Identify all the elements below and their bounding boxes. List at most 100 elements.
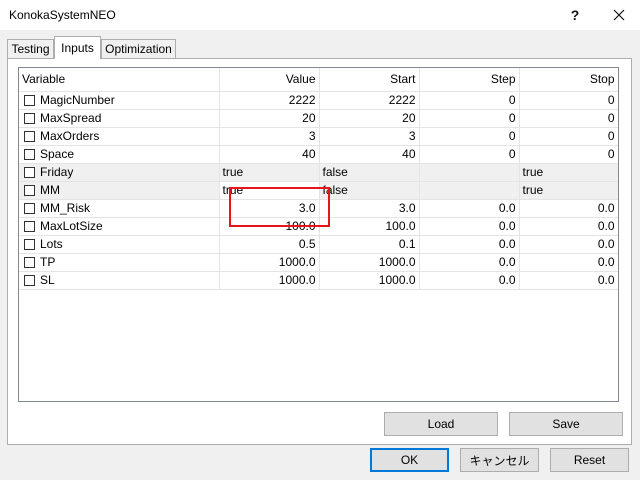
value-cell[interactable]: 40 (219, 145, 320, 164)
stop-cell[interactable]: 0 (519, 127, 618, 146)
optimize-checkbox[interactable] (24, 167, 35, 178)
column-header-start[interactable]: Start (319, 68, 420, 92)
start-cell[interactable]: 100.0 (319, 217, 420, 236)
variable-cell[interactable]: Lots (19, 235, 220, 254)
optimize-checkbox[interactable] (24, 275, 35, 286)
start-cell[interactable]: 20 (319, 109, 420, 128)
optimize-checkbox[interactable] (24, 221, 35, 232)
value-cell[interactable]: true (219, 181, 320, 200)
stop-cell[interactable]: 0.0 (519, 199, 618, 218)
step-cell[interactable]: 0 (419, 145, 520, 164)
variable-cell[interactable]: TP (19, 253, 220, 272)
start-cell[interactable]: 0.1 (319, 235, 420, 254)
stop-cell[interactable]: 0.0 (519, 253, 618, 272)
variable-cell[interactable]: Space (19, 145, 220, 164)
table-row[interactable]: MM_Risk 3.0 3.0 0.0 0.0 (19, 199, 618, 218)
column-header-stop[interactable]: Stop (519, 68, 618, 92)
stop-cell[interactable]: 0.0 (519, 217, 618, 236)
variable-cell[interactable]: MM_Risk (19, 199, 220, 218)
variable-name: Friday (40, 165, 74, 179)
step-cell[interactable]: 0.0 (419, 217, 520, 236)
start-cell[interactable]: false (319, 181, 420, 200)
table-row[interactable]: MagicNumber 2222 2222 0 0 (19, 91, 618, 110)
optimize-checkbox[interactable] (24, 239, 35, 250)
window-title: KonokaSystemNEO (9, 8, 116, 22)
start-cell[interactable]: 2222 (319, 91, 420, 110)
stop-cell[interactable]: 0 (519, 145, 618, 164)
stop-cell[interactable]: true (519, 163, 618, 182)
step-cell[interactable] (419, 181, 520, 200)
optimize-checkbox[interactable] (24, 185, 35, 196)
start-cell[interactable]: 1000.0 (319, 253, 420, 272)
variable-cell[interactable]: Friday (19, 163, 220, 182)
table-row[interactable]: MM true false true (19, 181, 618, 200)
save-button[interactable]: Save (509, 412, 623, 436)
value-cell[interactable]: 3.0 (219, 199, 320, 218)
stop-cell[interactable]: true (519, 181, 618, 200)
tab-optimization[interactable]: Optimization (101, 39, 176, 58)
optimize-checkbox[interactable] (24, 257, 35, 268)
value-cell[interactable]: 3 (219, 127, 320, 146)
step-cell[interactable] (419, 163, 520, 182)
cancel-button[interactable]: キャンセル (460, 448, 539, 472)
value-cell[interactable]: 0.5 (219, 235, 320, 254)
column-header-variable[interactable]: Variable (19, 68, 220, 92)
start-cell[interactable]: 40 (319, 145, 420, 164)
stop-cell[interactable]: 0 (519, 91, 618, 110)
step-cell[interactable]: 0.0 (419, 253, 520, 272)
value-cell[interactable]: 100.0 (219, 217, 320, 236)
table-row[interactable]: SL 1000.0 1000.0 0.0 0.0 (19, 271, 618, 290)
close-icon (613, 9, 625, 21)
table-row[interactable]: Lots 0.5 0.1 0.0 0.0 (19, 235, 618, 254)
stop-cell[interactable]: 0.0 (519, 271, 618, 290)
value-cell[interactable]: true (219, 163, 320, 182)
step-cell[interactable]: 0.0 (419, 199, 520, 218)
start-cell[interactable]: 3.0 (319, 199, 420, 218)
load-button[interactable]: Load (384, 412, 498, 436)
column-header-step[interactable]: Step (419, 68, 520, 92)
table-row[interactable]: MaxOrders 3 3 0 0 (19, 127, 618, 146)
variable-cell[interactable]: SL (19, 271, 220, 290)
help-button[interactable]: ? (556, 0, 594, 30)
step-cell[interactable]: 0.0 (419, 271, 520, 290)
start-cell[interactable]: 3 (319, 127, 420, 146)
step-cell[interactable]: 0 (419, 91, 520, 110)
optimize-checkbox[interactable] (24, 113, 35, 124)
table-row[interactable]: Friday true false true (19, 163, 618, 182)
table-row[interactable]: MaxLotSize 100.0 100.0 0.0 0.0 (19, 217, 618, 236)
variable-name: MagicNumber (40, 93, 115, 107)
start-cell[interactable]: false (319, 163, 420, 182)
value-cell[interactable]: 1000.0 (219, 271, 320, 290)
table-row[interactable]: Space 40 40 0 0 (19, 145, 618, 164)
title-bar: KonokaSystemNEO ? (0, 0, 640, 30)
variable-cell[interactable]: MaxLotSize (19, 217, 220, 236)
tab-testing[interactable]: Testing (7, 39, 54, 58)
step-cell[interactable]: 0 (419, 109, 520, 128)
tab-inputs[interactable]: Inputs (54, 36, 101, 59)
variable-cell[interactable]: MagicNumber (19, 91, 220, 110)
variable-cell[interactable]: MaxOrders (19, 127, 220, 146)
reset-button[interactable]: Reset (550, 448, 629, 472)
value-cell[interactable]: 1000.0 (219, 253, 320, 272)
table-row[interactable]: TP 1000.0 1000.0 0.0 0.0 (19, 253, 618, 272)
ok-button[interactable]: OK (370, 448, 449, 472)
step-cell[interactable]: 0.0 (419, 235, 520, 254)
variable-cell[interactable]: MM (19, 181, 220, 200)
stop-cell[interactable]: 0 (519, 109, 618, 128)
optimize-checkbox[interactable] (24, 149, 35, 160)
column-header-value[interactable]: Value (219, 68, 320, 92)
step-cell[interactable]: 0 (419, 127, 520, 146)
value-cell[interactable]: 2222 (219, 91, 320, 110)
optimize-checkbox[interactable] (24, 203, 35, 214)
inputs-grid: Variable Value Start Step Stop MagicNumb… (18, 67, 619, 402)
optimize-checkbox[interactable] (24, 95, 35, 106)
inputs-table: Variable Value Start Step Stop MagicNumb… (19, 68, 618, 290)
start-cell[interactable]: 1000.0 (319, 271, 420, 290)
variable-cell[interactable]: MaxSpread (19, 109, 220, 128)
stop-cell[interactable]: 0.0 (519, 235, 618, 254)
value-cell[interactable]: 20 (219, 109, 320, 128)
table-row[interactable]: MaxSpread 20 20 0 0 (19, 109, 618, 128)
close-button[interactable] (600, 0, 638, 30)
variable-name: MM_Risk (40, 201, 90, 215)
optimize-checkbox[interactable] (24, 131, 35, 142)
